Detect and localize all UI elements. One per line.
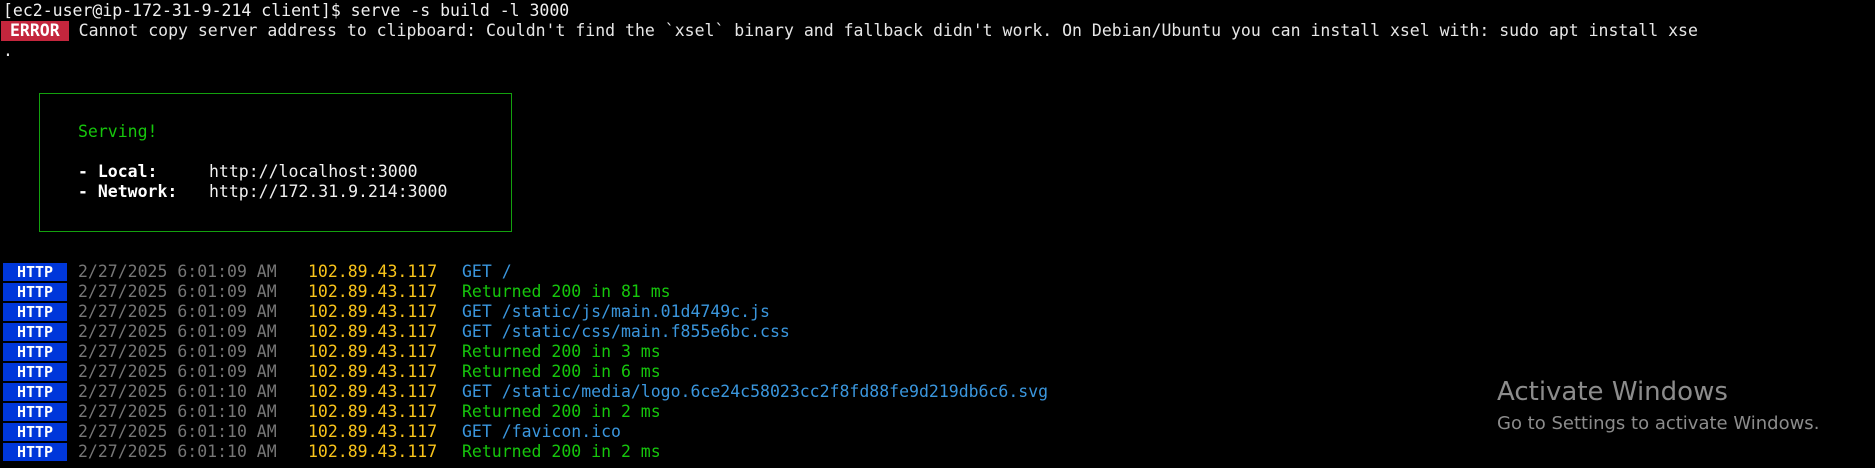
log-ip-address: 102.89.43.117 <box>308 302 438 321</box>
error-badge: ERROR <box>1 21 69 41</box>
http-badge: HTTP <box>3 443 67 461</box>
log-row: HTTP 2/27/2025 6:01:09 AM 102.89.43.117 GET… <box>0 262 1875 282</box>
log-ip-address: 102.89.43.117 <box>308 322 438 341</box>
log-ip-address: 102.89.43.117 <box>308 402 438 421</box>
serving-status: Serving! <box>78 122 158 141</box>
log-timestamp: 2/27/2025 6:01:09 AM <box>78 282 277 301</box>
error-continuation: . <box>3 41 13 60</box>
local-url[interactable]: http://localhost:3000 <box>209 162 418 181</box>
log-message: GET /favicon.ico <box>462 422 621 441</box>
network-url[interactable]: http://172.31.9.214:3000 <box>209 182 447 201</box>
log-ip-address: 102.89.43.117 <box>308 422 438 441</box>
error-line: ERROR Cannot copy server address to clipb… <box>1 21 1698 41</box>
log-row: HTTP 2/27/2025 6:01:09 AM 102.89.43.117 Ret… <box>0 342 1875 362</box>
log-row: HTTP 2/27/2025 6:01:09 AM 102.89.43.117 GET… <box>0 322 1875 342</box>
activate-windows-watermark: Activate Windows Go to Settings to activ… <box>1497 374 1819 438</box>
http-badge: HTTP <box>3 383 67 401</box>
log-message: Returned 200 in 81 ms <box>462 282 671 301</box>
log-row: HTTP 2/27/2025 6:01:09 AM 102.89.43.117 GET… <box>0 302 1875 322</box>
log-timestamp: 2/27/2025 6:01:10 AM <box>78 402 277 421</box>
log-message: GET / <box>462 262 512 281</box>
log-ip-address: 102.89.43.117 <box>308 382 438 401</box>
log-message: GET /static/css/main.f855e6bc.css <box>462 322 790 341</box>
log-timestamp: 2/27/2025 6:01:09 AM <box>78 322 277 341</box>
log-timestamp: 2/27/2025 6:01:09 AM <box>78 362 277 381</box>
http-badge: HTTP <box>3 343 67 361</box>
http-badge: HTTP <box>3 403 67 421</box>
http-badge: HTTP <box>3 423 67 441</box>
log-timestamp: 2/27/2025 6:01:09 AM <box>78 342 277 361</box>
http-badge: HTTP <box>3 303 67 321</box>
log-message: Returned 200 in 2 ms <box>462 402 661 421</box>
log-timestamp: 2/27/2025 6:01:09 AM <box>78 262 277 281</box>
log-ip-address: 102.89.43.117 <box>308 342 438 361</box>
log-timestamp: 2/27/2025 6:01:10 AM <box>78 382 277 401</box>
log-timestamp: 2/27/2025 6:01:09 AM <box>78 302 277 321</box>
http-badge: HTTP <box>3 263 67 281</box>
activate-windows-title: Activate Windows <box>1497 377 1728 407</box>
log-timestamp: 2/27/2025 6:01:10 AM <box>78 442 277 461</box>
http-badge: HTTP <box>3 323 67 341</box>
log-message: Returned 200 in 2 ms <box>462 442 661 461</box>
log-message: Returned 200 in 6 ms <box>462 362 661 381</box>
local-address-row: - Local: http://localhost:3000 <box>78 162 418 182</box>
log-ip-address: 102.89.43.117 <box>308 262 438 281</box>
terminal-window[interactable]: [ec2-user@ip-172-31-9-214 client]$ serve… <box>0 0 1875 468</box>
log-ip-address: 102.89.43.117 <box>308 362 438 381</box>
error-message: Cannot copy server address to clipboard:… <box>78 21 1698 40</box>
log-message: GET /static/media/logo.6ce24c58023cc2f8f… <box>462 382 1049 401</box>
log-ip-address: 102.89.43.117 <box>308 442 438 461</box>
network-label: - Network: <box>78 182 178 201</box>
log-message: Returned 200 in 3 ms <box>462 342 661 361</box>
log-row: HTTP 2/27/2025 6:01:09 AM 102.89.43.117 Ret… <box>0 282 1875 302</box>
log-ip-address: 102.89.43.117 <box>308 282 438 301</box>
log-timestamp: 2/27/2025 6:01:10 AM <box>78 422 277 441</box>
local-label: - Local: <box>78 162 158 181</box>
activate-windows-subtitle: Go to Settings to activate Windows. <box>1497 413 1820 434</box>
network-address-row: - Network: http://172.31.9.214:3000 <box>78 182 447 202</box>
log-message: GET /static/js/main.01d4749c.js <box>462 302 770 321</box>
command-prompt-line: [ec2-user@ip-172-31-9-214 client]$ serve… <box>3 1 570 20</box>
http-badge: HTTP <box>3 283 67 301</box>
log-row: HTTP 2/27/2025 6:01:10 AM 102.89.43.117 Ret… <box>0 442 1875 462</box>
http-badge: HTTP <box>3 363 67 381</box>
serving-box: Serving! - Local: http://localhost:3000 -… <box>39 93 512 232</box>
